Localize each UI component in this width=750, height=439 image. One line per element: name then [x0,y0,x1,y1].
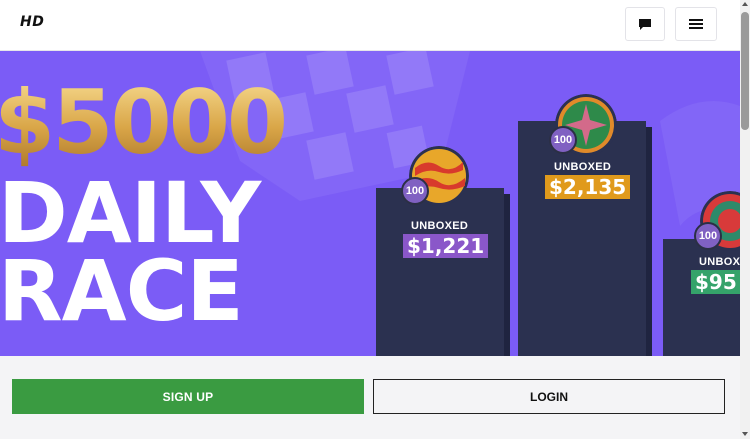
prize-amount-heading: $5000 [0,79,288,167]
daily-race-banner[interactable]: $5000 DAILY RACE 100 UNBOXED $1,221 100 … [0,51,740,356]
scroll-up-arrow-icon[interactable] [742,2,748,6]
podium-value: $95 [691,270,740,294]
level-badge: 100 [549,126,577,154]
level-badge: 100 [401,177,429,205]
podium-value: $2,135 [545,175,631,199]
podium-label: UNBOXED [554,161,612,173]
podium-label: UNBOX [699,256,740,268]
race-heading: RACE [0,242,244,340]
hamburger-menu-icon [689,19,703,29]
podium-value: $1,221 [403,234,489,258]
top-header: HD [0,0,740,51]
podium-label: UNBOXED [411,220,469,232]
podium-shadow [504,194,510,356]
menu-button[interactable] [675,7,717,41]
level-badge: 100 [694,222,722,250]
podium-second [518,121,646,356]
login-button[interactable]: LOGIN [373,379,725,414]
scroll-down-arrow-icon[interactable] [742,432,748,436]
sign-up-button[interactable]: SIGN UP [12,379,364,414]
page-scrollbar[interactable] [740,0,750,439]
chat-button[interactable] [625,7,665,41]
podium-first [376,188,504,356]
chat-bubble-icon [639,18,651,30]
site-logo[interactable]: HD [20,14,44,30]
scrollbar-thumb[interactable] [741,12,749,130]
podium-shadow [646,127,652,356]
